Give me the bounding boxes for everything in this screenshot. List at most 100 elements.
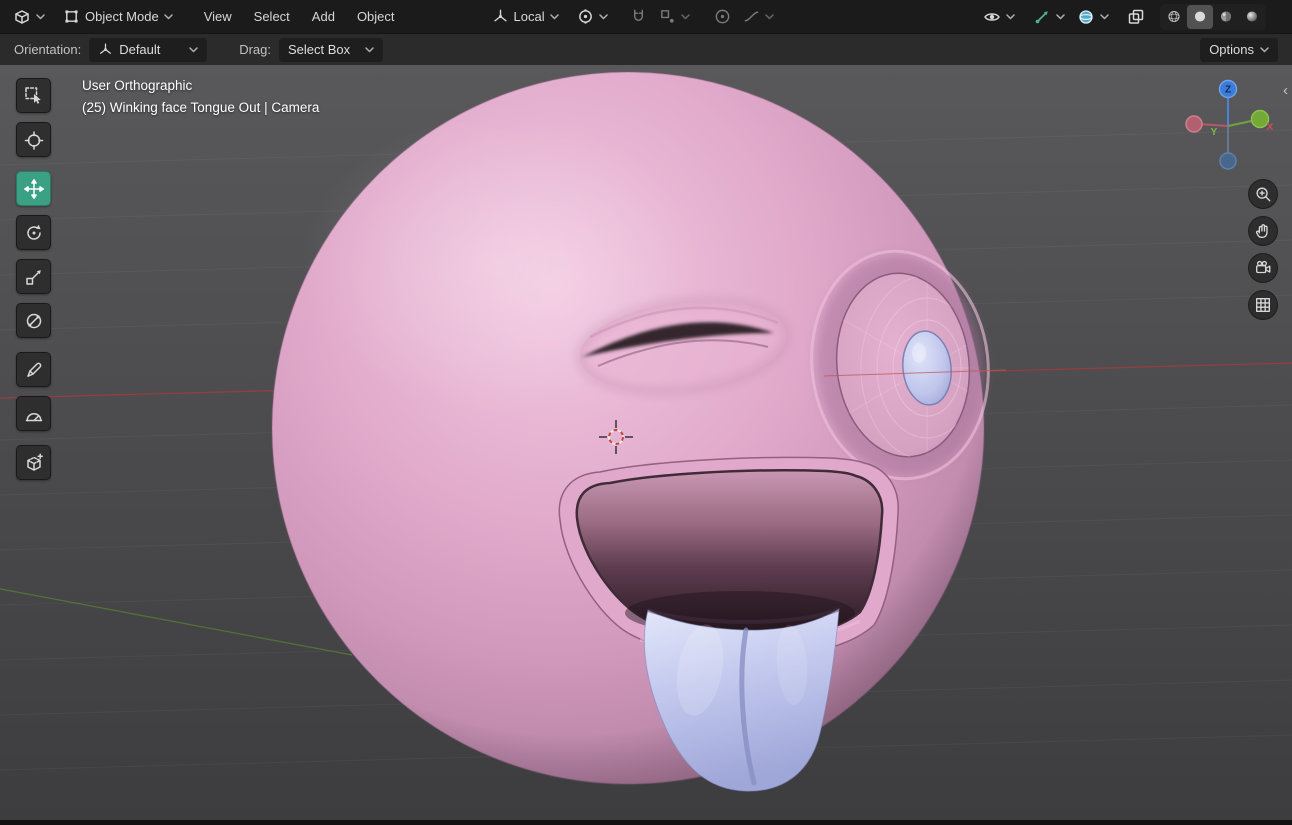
orientation-icon — [493, 9, 507, 22]
menu-add[interactable]: Add — [302, 4, 345, 30]
mode-label: Object Mode — [85, 9, 159, 24]
scale-icon — [25, 269, 41, 285]
chevron-down-icon — [365, 46, 374, 52]
shading-wireframe-button[interactable] — [1161, 5, 1187, 29]
perspective-toggle-button[interactable] — [1248, 290, 1278, 320]
chevron-down-icon — [549, 13, 559, 19]
proportional-falloff-selector[interactable] — [738, 4, 779, 30]
viewport-canvas[interactable] — [0, 65, 1292, 820]
rotate-icon — [26, 224, 41, 240]
drag-dropdown[interactable]: Select Box — [279, 37, 383, 62]
axis-label-y: Y — [1211, 127, 1218, 138]
object-mode-icon — [65, 10, 78, 23]
solid-shading-icon — [1194, 11, 1206, 22]
pivot-point-icon — [578, 9, 592, 24]
material-shading-icon — [1220, 11, 1232, 22]
snap-increment-icon — [660, 10, 674, 23]
snap-settings[interactable] — [654, 4, 695, 30]
select-box-tool[interactable] — [16, 78, 51, 113]
measure-tool[interactable] — [16, 396, 51, 431]
chevron-down-icon — [598, 13, 608, 19]
add-cube-tool[interactable] — [16, 445, 51, 480]
pivot-point-selector[interactable] — [572, 4, 613, 30]
camera-view-button[interactable] — [1248, 253, 1278, 283]
wireframe-shading-icon — [1168, 10, 1180, 23]
tool-settings-bar: Orientation: Default Drag: Select Box Op… — [0, 33, 1292, 65]
drag-label: Drag: — [239, 42, 271, 57]
chevron-down-icon — [1260, 46, 1269, 52]
axis-label-x: X — [1267, 122, 1274, 133]
zoom-icon — [1256, 187, 1271, 202]
cursor-tool[interactable] — [16, 122, 51, 157]
blender-window: Object Mode View Select Add Object Local — [0, 0, 1292, 825]
object-visibility-selector[interactable] — [978, 4, 1020, 30]
orientation-value: Default — [119, 42, 161, 57]
move-tool[interactable] — [16, 171, 51, 206]
viewport-header: Object Mode View Select Add Object Local — [0, 0, 1292, 33]
select-box-icon — [24, 86, 41, 104]
nav-axis-gizmo[interactable]: Z Y X — [1180, 77, 1276, 173]
orientation-label: Orientation: — [14, 42, 82, 57]
tool-column — [16, 78, 51, 480]
pan-button[interactable] — [1248, 216, 1278, 246]
shading-solid-button[interactable] — [1187, 4, 1213, 29]
mode-selector[interactable]: Object Mode — [58, 4, 178, 30]
gizmos-toggle[interactable] — [1028, 4, 1070, 30]
chevron-down-icon — [764, 13, 774, 19]
hand-icon — [1256, 224, 1268, 238]
annotate-pen-icon — [26, 362, 41, 377]
transform-tool-group — [16, 171, 51, 338]
viewport-nav-buttons — [1248, 179, 1278, 320]
chevron-down-icon — [1056, 13, 1065, 19]
options-label: Options — [1209, 42, 1254, 57]
scale-tool[interactable] — [16, 259, 51, 294]
shading-rendered-button[interactable] — [1239, 5, 1265, 29]
transform-icon — [26, 313, 41, 328]
gizmo-icon — [1035, 10, 1048, 23]
xray-toggle[interactable] — [1122, 4, 1150, 30]
options-dropdown[interactable]: Options — [1200, 37, 1278, 62]
eye-icon — [984, 12, 1000, 21]
camera-icon — [1256, 260, 1271, 274]
viewport-shading-group — [1160, 3, 1266, 30]
orientation-dropdown[interactable]: Default — [89, 37, 208, 62]
magnet-icon — [633, 9, 643, 21]
3d-viewport: User Orthographic (25) Winking face Tong… — [0, 65, 1292, 820]
transform-tool[interactable] — [16, 303, 51, 338]
orientation-value: Local — [513, 9, 545, 24]
menu-view[interactable]: View — [194, 4, 242, 30]
rotate-tool[interactable] — [16, 215, 51, 250]
grid-icon — [1256, 298, 1270, 312]
measure-icon — [25, 412, 42, 421]
chevron-down-icon — [1006, 13, 1015, 19]
transform-orientation-selector[interactable]: Local — [487, 4, 564, 30]
axis-ball-neg-z[interactable] — [1219, 152, 1237, 170]
snap-toggle[interactable] — [625, 4, 652, 30]
rendered-shading-icon — [1246, 11, 1258, 22]
chevron-down-icon — [1100, 13, 1109, 19]
shading-material-button[interactable] — [1213, 5, 1239, 29]
falloff-curve-icon — [744, 11, 758, 22]
sidebar-toggle[interactable]: ‹ — [1280, 81, 1291, 100]
axis-ball-neg-x[interactable] — [1185, 115, 1203, 133]
menu-object[interactable]: Object — [347, 4, 405, 30]
proportional-editing-toggle[interactable] — [709, 4, 736, 30]
chevron-down-icon — [680, 13, 690, 19]
editor-type-icon — [15, 9, 29, 24]
zoom-button[interactable] — [1248, 179, 1278, 209]
orientation-axes-icon — [100, 43, 112, 54]
select-tool-group — [16, 78, 51, 157]
3d-cursor-icon — [24, 130, 43, 150]
chevron-down-icon — [163, 13, 173, 19]
xray-icon — [1128, 9, 1144, 24]
editor-type-selector[interactable] — [8, 4, 50, 30]
status-bar — [0, 820, 1292, 825]
annotate-tool[interactable] — [16, 352, 51, 387]
add-cube-icon — [26, 452, 43, 471]
annotate-tool-group — [16, 352, 51, 431]
menu-select[interactable]: Select — [244, 4, 300, 30]
move-icon — [23, 178, 44, 199]
overlays-toggle[interactable] — [1072, 4, 1114, 30]
chevron-down-icon — [36, 13, 45, 19]
overlays-icon — [1079, 9, 1093, 24]
